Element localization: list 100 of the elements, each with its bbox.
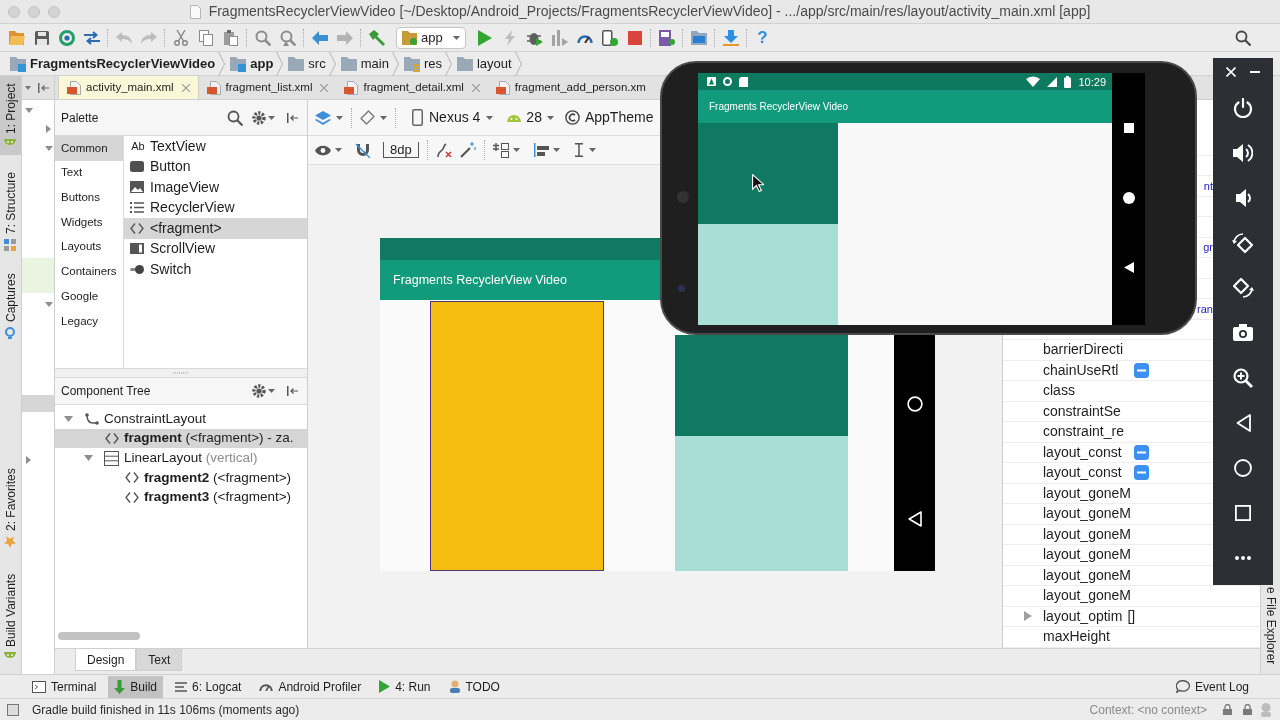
breadcrumb[interactable]: main [335,52,392,75]
palette-category[interactable]: Legacy [55,308,123,334]
editor-tab[interactable]: fragment_list.xml [198,76,337,99]
tree-item[interactable]: ConstraintLayout [55,409,307,429]
tool-window-button[interactable]: Event Log [1169,675,1255,698]
disclosure-arrow-icon[interactable] [45,301,53,307]
tool-window-button[interactable]: TODO [442,675,506,698]
tree-item[interactable]: LinearLayout (vertical) [55,448,307,469]
attribute-value[interactable]: gr [1203,239,1213,256]
rotate-left-icon[interactable] [1232,231,1254,254]
copy-icon[interactable] [198,29,213,46]
package-icon[interactable] [658,29,675,46]
palette-category[interactable]: Buttons [55,185,123,211]
tree-item[interactable]: fragment2 (<fragment>) [55,468,307,488]
editor-mode-tab[interactable]: Text [136,649,183,671]
horizontal-scrollbar[interactable] [58,632,140,640]
paste-icon[interactable] [223,29,238,46]
swap-arrows-icon[interactable] [83,30,100,45]
palette-item[interactable]: Button [124,156,307,177]
palette-item[interactable]: ImageView [124,177,307,198]
magnet-crossed-icon[interactable] [355,142,371,158]
find-replace-icon[interactable] [279,29,296,46]
home-circle-icon[interactable] [1122,192,1135,204]
breadcrumb[interactable]: res [398,52,445,75]
sync-icon[interactable] [58,29,75,46]
palette-item[interactable]: <fragment> [124,218,307,239]
profile-bars-icon[interactable] [551,29,568,46]
tree-item[interactable]: fragment (<fragment>) - za. [55,428,307,449]
editor-tab[interactable]: activity_main.xml [58,76,199,99]
device-dropdown[interactable]: Nexus 4 [412,107,494,128]
tool-window-tab[interactable]: Captures [0,272,21,340]
lock-icon[interactable] [1223,704,1232,715]
attribute-value[interactable]: nt [1203,177,1213,194]
search-icon[interactable] [1235,29,1251,46]
stop-icon[interactable] [627,30,642,45]
volume-down-icon[interactable] [1235,188,1251,207]
run-icon[interactable] [477,29,492,46]
breadcrumb[interactable]: app [225,52,277,75]
palette-category[interactable]: Layouts [55,234,123,260]
view-options-dropdown[interactable] [315,144,342,156]
disclosure-arrow-icon[interactable] [26,456,31,464]
hammer-icon[interactable] [368,29,385,46]
guidelines-dropdown[interactable] [573,143,596,157]
orientation-dropdown[interactable] [360,110,387,125]
tool-window-button[interactable]: Android Profiler [253,675,368,698]
disclosure-arrow-icon[interactable] [45,145,53,151]
disclosure-arrow-icon[interactable] [46,125,51,133]
more-dots-icon[interactable] [1235,555,1251,560]
dropdown-arrow-icon[interactable] [25,85,31,90]
minus-badge-icon[interactable] [1134,444,1149,460]
minus-badge-icon[interactable] [1134,362,1149,378]
palette-category[interactable]: Widgets [55,210,123,235]
palette-category[interactable]: Common [55,136,123,161]
tool-window-button[interactable]: 4: Run [373,675,437,698]
theme-dropdown[interactable]: AppTheme [564,107,654,128]
disclosure-arrow-icon[interactable] [1024,611,1032,622]
download-icon[interactable] [722,29,739,46]
design-mode-dropdown[interactable] [315,110,343,125]
attribute-value[interactable]: [] [1127,605,1136,627]
back-triangle-icon[interactable] [1123,262,1134,273]
home-circle-icon[interactable] [1234,458,1252,477]
power-icon[interactable] [1233,97,1253,118]
breadcrumb[interactable]: layout [451,52,515,75]
back-arrow-icon[interactable] [311,30,328,45]
disclosure-arrow-icon[interactable] [84,455,93,462]
tool-window-tab[interactable]: Build Variants [0,568,21,665]
overview-square-icon[interactable] [1235,504,1251,521]
rotate-right-icon[interactable] [1232,276,1254,299]
camera-icon[interactable] [1233,324,1253,341]
tool-window-tab[interactable]: e File Explorer [1261,587,1280,665]
back-triangle-icon[interactable] [1235,413,1251,432]
hide-panel-icon[interactable] [287,112,298,123]
square-icon[interactable] [1123,123,1134,133]
gauge-icon[interactable] [576,32,593,43]
scissors-icon[interactable] [173,29,188,46]
clear-constraints-icon[interactable] [435,142,452,158]
save-icon[interactable] [34,30,49,45]
tree-item[interactable]: fragment3 (<fragment>) [55,487,307,508]
editor-mode-tab[interactable]: Design [75,649,137,671]
settings-dropdown[interactable] [252,110,275,125]
breadcrumb[interactable]: FragmentsRecyclerViewVideo [5,52,219,75]
minimize-icon[interactable] [1250,70,1260,73]
open-folder-icon[interactable] [8,30,25,45]
palette-item[interactable]: ScrollView [124,238,307,259]
align-dropdown[interactable] [533,143,560,157]
tool-window-button[interactable]: Build [108,675,164,698]
tool-window-tab[interactable]: 7: Structure [0,170,21,252]
phone-badge-icon[interactable] [601,29,618,46]
disclosure-arrow-icon[interactable] [64,415,73,422]
default-margin-button[interactable]: 8dp [383,142,419,158]
tool-window-tab[interactable]: 1: Project [0,76,21,155]
folder-icon[interactable] [690,30,707,45]
panel-toggle-icon[interactable] [7,703,19,716]
hide-panel-icon[interactable] [287,386,298,396]
disclosure-arrow-icon[interactable] [25,107,33,113]
lock-icon[interactable] [1243,704,1252,715]
tool-window-button[interactable]: 6: Logcat [169,675,248,698]
palette-category[interactable]: Google [55,284,123,309]
pack-dropdown[interactable] [492,142,520,158]
attribute-value[interactable]: ran [1197,300,1213,317]
